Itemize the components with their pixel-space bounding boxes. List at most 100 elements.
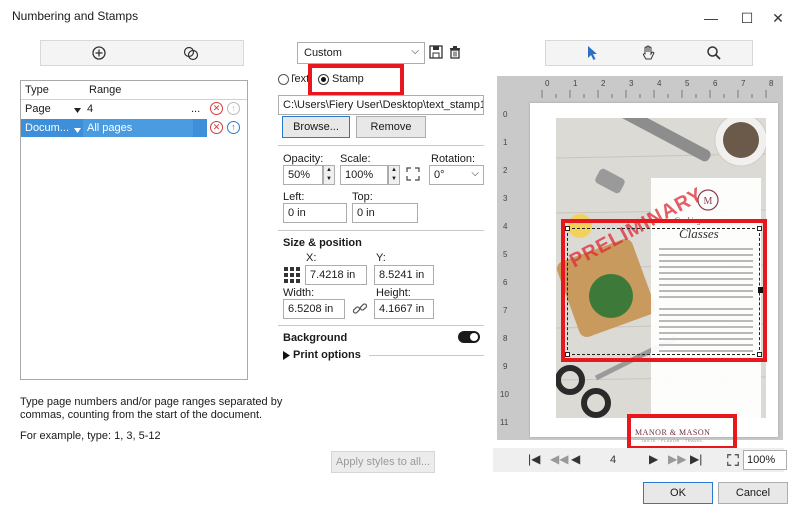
width-label: Width: [283,287,315,299]
last-page-icon[interactable]: ▶| [690,452,702,466]
zoom-select[interactable]: 100% [743,450,787,470]
x-field[interactable]: 7.4218 in [305,265,367,285]
hint-line-2: commas, counting from the start of the d… [20,409,263,421]
dropdown-arrow-icon[interactable] [74,125,81,137]
add-button[interactable] [90,44,108,62]
size-position-heading: Size & position [283,237,362,249]
window-title: Numbering and Stamps [12,9,139,23]
preset-select[interactable]: Custom ⌵ [297,42,425,64]
left-label: Left: [283,191,305,203]
anchor-grid-icon [284,267,300,283]
zoom-tool-button[interactable] [706,44,722,62]
ruler-label: 2 [601,79,606,88]
save-preset-button[interactable] [428,44,444,60]
cancel-button[interactable]: Cancel [718,482,788,504]
height-label: Height: [376,287,411,299]
ruler-label: 7 [503,306,508,315]
fit-page-button[interactable] [726,453,740,467]
scale-field[interactable]: 100% [340,165,388,185]
divider [369,355,484,356]
highlight-box [561,219,767,362]
ruler-label: 8 [769,79,774,88]
left-field[interactable]: 0 in [283,203,347,223]
row-range-cell[interactable]: All pages [83,119,193,137]
move-up-icon[interactable]: ↑ [227,121,240,134]
rotation-select[interactable]: 0° ⌵ [429,165,484,185]
remove-button[interactable]: Remove [356,116,426,138]
row-range-cell[interactable]: 4 [83,100,183,118]
divider [278,145,484,146]
cursor-arrow-icon [588,46,597,60]
ruler-label: 3 [629,79,634,88]
dropdown-arrow-icon[interactable] [74,105,81,117]
divider [278,230,484,231]
ruler-label: 11 [500,418,509,427]
file-path-field[interactable]: C:\Users\Fiery User\Desktop\text_stamp1.… [278,95,484,115]
browse-button[interactable]: Browse... [282,116,350,138]
text-radio[interactable] [278,74,289,85]
add-circle-icon [92,46,106,60]
hint-example: For example, type: 1, 3, 5-12 [20,430,161,442]
save-icon [429,45,443,59]
height-field[interactable]: 4.1667 in [374,299,434,319]
trash-icon [450,46,460,59]
highlight-box [308,64,404,96]
chevron-down-icon: ⌵ [471,168,479,179]
row-type-cell[interactable]: Docum... [21,119,73,137]
anchor-button[interactable] [283,266,301,284]
ruler-label: 3 [503,194,508,203]
ruler-label: 9 [503,362,508,371]
ruler-label: 8 [503,334,508,343]
opacity-spinner[interactable]: ▲ ▼ [323,165,335,185]
next-chapter-icon[interactable]: ▶▶ [668,452,686,466]
minimize-button[interactable]: — [693,4,729,32]
fit-button[interactable] [405,166,421,182]
x-label: X: [306,252,317,264]
duplicate-button[interactable] [182,44,200,62]
top-field[interactable]: 0 in [352,203,418,223]
ruler-label: 2 [503,166,508,175]
opacity-field[interactable]: 50% [283,165,323,185]
next-page-icon[interactable]: ▶ [649,452,658,466]
select-tool-button[interactable] [586,44,600,62]
print-options-label[interactable]: Print options [293,349,361,361]
pan-tool-button[interactable] [640,44,656,62]
range-grid: Type Range Page 4 ... ✕ ↑ Docum... All p… [20,80,248,380]
scale-label: Scale: [340,153,371,165]
y-field[interactable]: 8.5241 in [374,265,434,285]
page-number[interactable]: 4 [610,454,616,466]
opacity-label: Opacity: [283,153,324,165]
top-label: Top: [352,191,373,203]
zoom-value: 100% [747,454,776,466]
column-header-type: Type [25,84,49,96]
ruler-label: 5 [685,79,690,88]
delete-row-icon[interactable]: ✕ [210,121,223,134]
ruler-label: 1 [503,138,508,147]
ruler-label: 6 [713,79,718,88]
preset-value: Custom [304,47,342,59]
width-field[interactable]: 6.5208 in [283,299,345,319]
prev-chapter-icon[interactable]: ◀◀ [550,452,568,466]
row-type-cell[interactable]: Page [21,100,71,118]
close-button[interactable]: ✕ [760,4,791,32]
ellipsis-button[interactable]: ... [191,100,205,118]
delete-preset-button[interactable] [447,44,463,60]
background-toggle[interactable] [458,331,480,343]
apply-styles-button[interactable]: Apply styles to all... [331,451,435,473]
first-page-icon[interactable]: |◀ [528,452,540,466]
ruler-label: 1 [573,79,578,88]
hand-icon [642,45,655,60]
hint-line-1: Type page numbers and/or page ranges sep… [20,396,283,408]
expand-arrow-icon[interactable] [283,351,290,363]
ok-button[interactable]: OK [643,482,713,504]
delete-row-icon[interactable]: ✕ [210,102,223,115]
prev-page-icon[interactable]: ◀ [571,452,580,466]
lock-aspect-button[interactable] [351,300,369,318]
rotation-value: 0° [434,169,445,181]
background-label: Background [283,332,348,344]
scale-spinner[interactable]: ▲ ▼ [388,165,400,185]
left-toolbar [40,40,244,66]
ruler-label: 0 [503,110,508,119]
highlight-box [627,414,737,450]
divider [278,325,484,326]
